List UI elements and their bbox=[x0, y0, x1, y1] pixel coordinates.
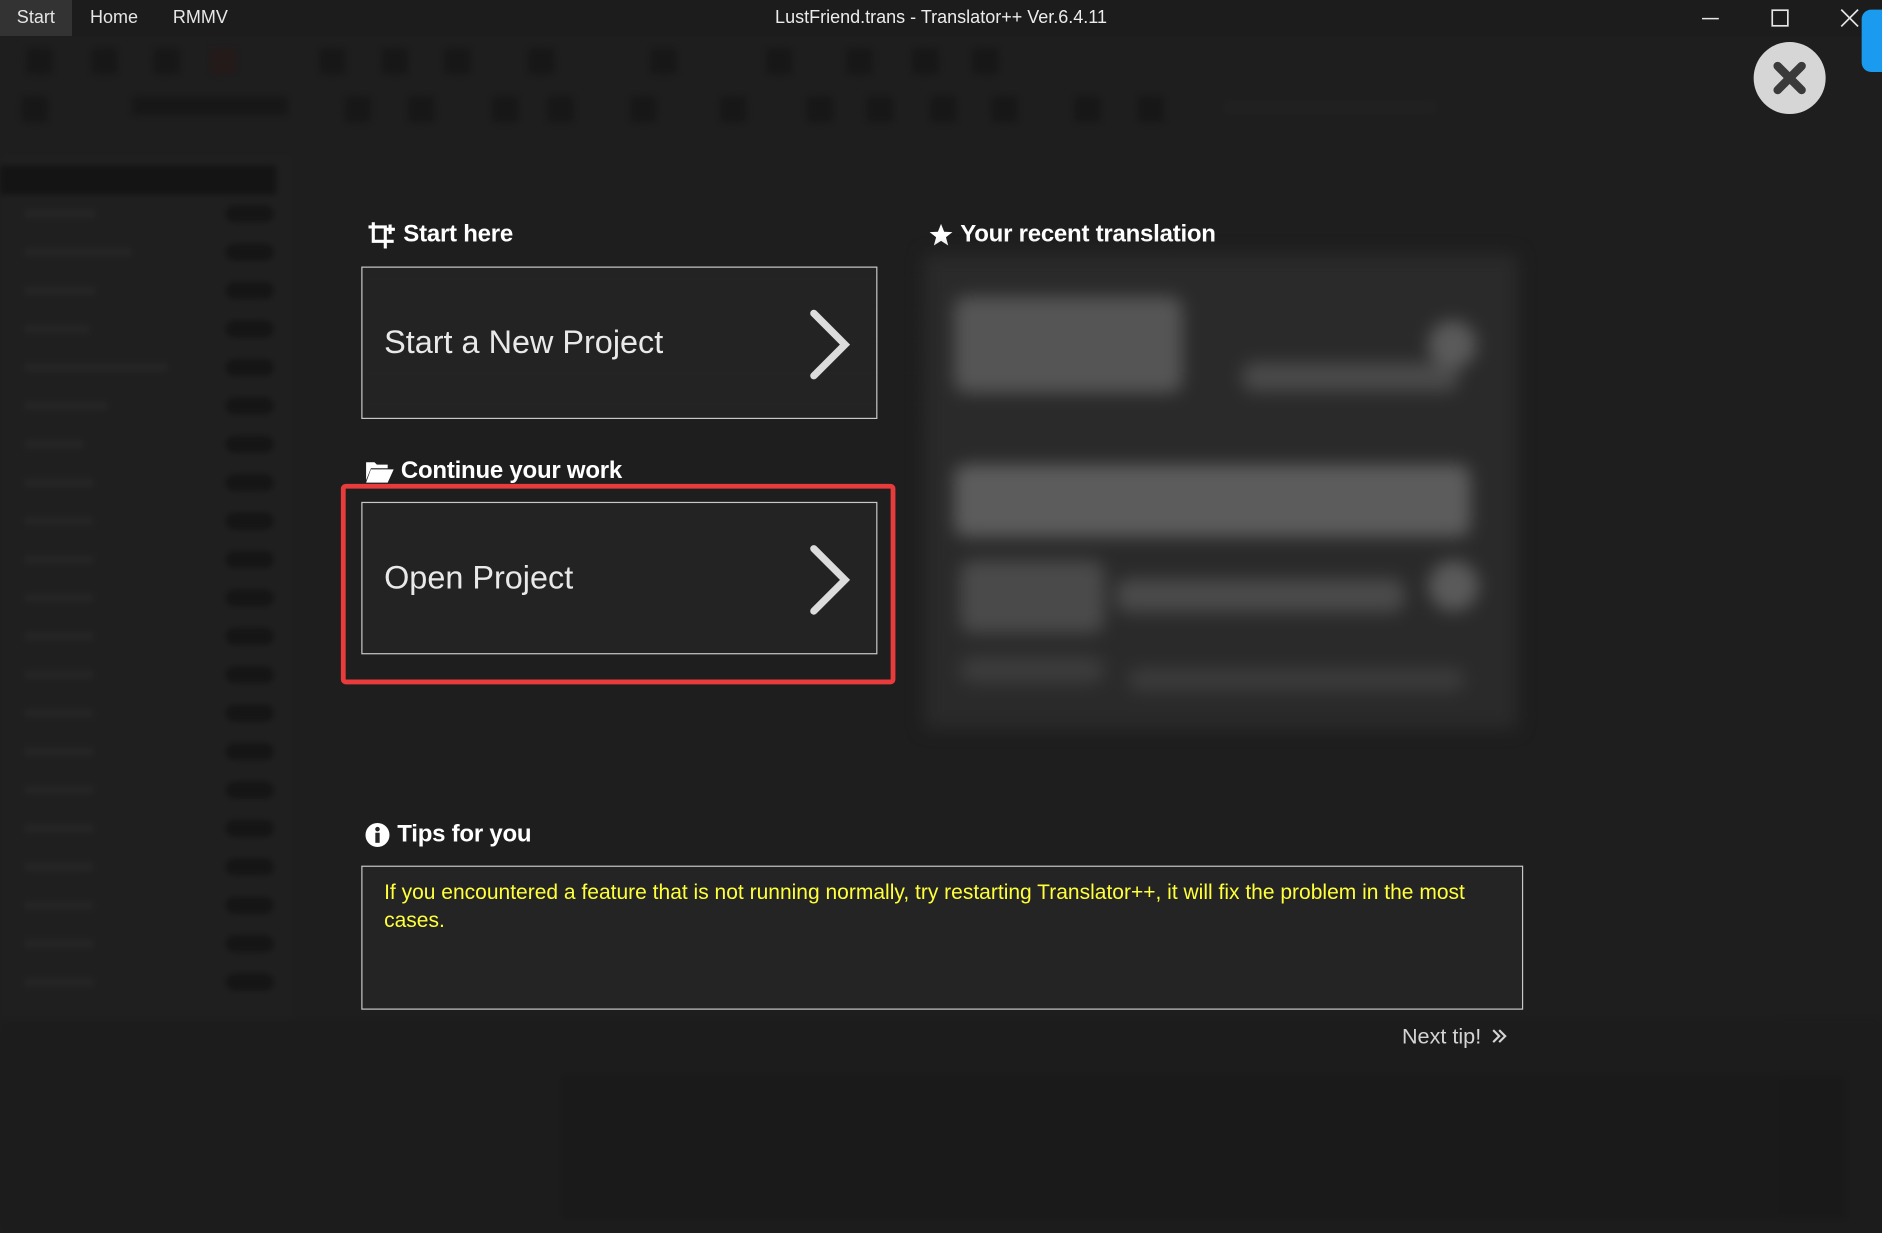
tab-rmmv[interactable]: RMMV bbox=[156, 0, 245, 36]
continue-work-heading: Continue your work bbox=[365, 457, 622, 485]
tips-heading: Tips for you bbox=[365, 821, 532, 849]
tab-home[interactable]: Home bbox=[73, 0, 155, 36]
chevron-right-icon bbox=[810, 545, 851, 615]
close-circle-icon bbox=[1773, 61, 1806, 95]
window-title: LustFriend.trans - Translator++ Ver.6.4.… bbox=[775, 7, 1107, 28]
info-circle-icon bbox=[365, 823, 390, 848]
start-new-project-button[interactable]: Start a New Project bbox=[361, 266, 878, 420]
title-bar: Start Home RMMV LustFriend.trans - Trans… bbox=[0, 0, 1882, 37]
minimize-button[interactable] bbox=[1676, 0, 1746, 36]
recent-translation-heading: Your recent translation bbox=[929, 221, 1216, 249]
minimize-icon bbox=[1702, 17, 1719, 20]
start-here-heading: Start here bbox=[367, 221, 513, 249]
recent-translation-list[interactable] bbox=[924, 254, 1518, 729]
tips-label: Tips for you bbox=[397, 821, 532, 848]
next-tip-button[interactable]: Next tip! bbox=[1402, 1021, 1508, 1052]
tips-box: If you encountered a feature that is not… bbox=[361, 865, 1524, 1010]
maximize-icon bbox=[1771, 9, 1789, 27]
star-icon bbox=[929, 223, 953, 245]
continue-work-label: Continue your work bbox=[400, 457, 622, 484]
start-here-label: Start here bbox=[403, 220, 513, 248]
recent-translation-label: Your recent translation bbox=[960, 220, 1216, 248]
maximize-button[interactable] bbox=[1745, 0, 1815, 36]
chevron-right-icon bbox=[810, 309, 851, 380]
next-tip-label: Next tip! bbox=[1401, 1024, 1482, 1049]
close-icon bbox=[1840, 9, 1859, 28]
app-window: Start Home RMMV LustFriend.trans - Trans… bbox=[0, 0, 1882, 1233]
tab-start[interactable]: Start bbox=[0, 0, 72, 37]
crop-plus-icon bbox=[368, 221, 395, 248]
tip-text: If you encountered a feature that is not… bbox=[384, 880, 1465, 932]
side-tab[interactable] bbox=[1861, 9, 1882, 73]
start-new-project-label: Start a New Project bbox=[384, 324, 664, 361]
open-project-button[interactable]: Open Project bbox=[361, 501, 878, 655]
close-start-panel-button[interactable] bbox=[1753, 42, 1826, 115]
folder-open-icon bbox=[366, 461, 394, 483]
double-chevron-right-icon bbox=[1492, 1029, 1507, 1043]
open-project-label: Open Project bbox=[384, 559, 574, 596]
